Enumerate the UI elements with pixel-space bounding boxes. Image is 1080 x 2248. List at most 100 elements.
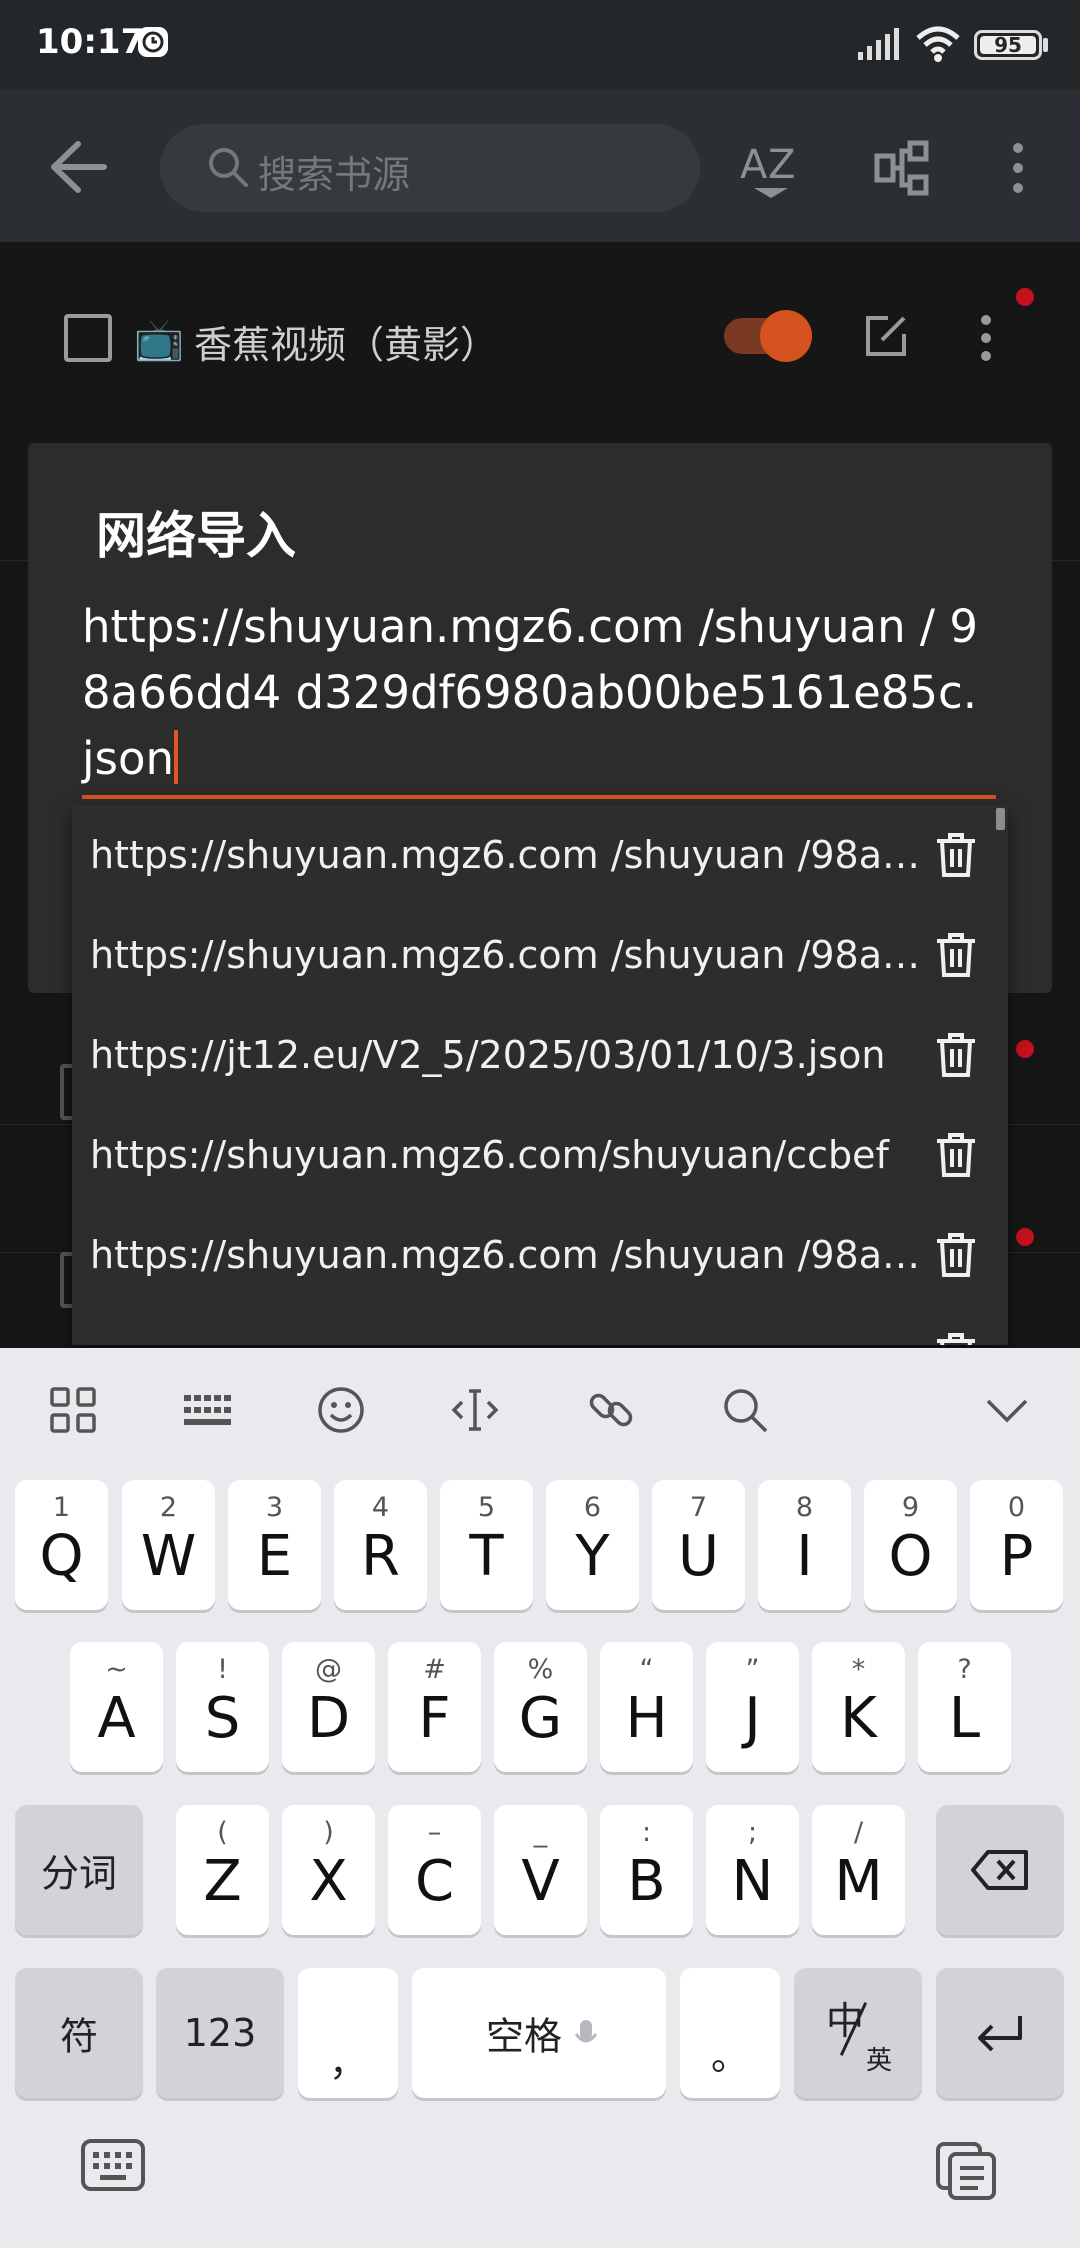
- key-h[interactable]: “H: [600, 1642, 693, 1772]
- dialog-title: 网络导入: [96, 507, 296, 565]
- numbers-key[interactable]: 123: [156, 1968, 284, 2098]
- key-x[interactable]: ) X: [282, 1805, 375, 1935]
- status-time: 10:17: [36, 22, 145, 62]
- key-e[interactable]: 3E: [228, 1480, 321, 1610]
- toggle-thumb[interactable]: [760, 310, 812, 362]
- period-key[interactable]: 。: [680, 1968, 780, 2098]
- link-icon[interactable]: [586, 1385, 636, 1435]
- key-g[interactable]: % G: [494, 1642, 587, 1772]
- symbols-key[interactable]: 符: [15, 1968, 143, 2098]
- edit-icon[interactable]: [862, 312, 910, 360]
- key-m[interactable]: / M: [812, 1805, 905, 1935]
- more-vert-icon[interactable]: [968, 310, 1004, 366]
- key-label: M: [834, 1849, 883, 1914]
- key-sup: 2: [159, 1492, 178, 1523]
- wifi-icon: [916, 26, 960, 62]
- key-d[interactable]: @ D: [282, 1642, 375, 1772]
- url-input[interactable]: https://shuyuan.mgz6.com /shuyuan / 98a6…: [82, 594, 1002, 792]
- history-item[interactable]: https://shuyuan.mgz6.com /shuyuan /98a66…: [72, 805, 1008, 905]
- history-item[interactable]: https://shuyuan.mgz6.com /shuyuan /98a66…: [72, 905, 1008, 1005]
- keyboard-icon[interactable]: [80, 2138, 146, 2192]
- key-sup: :: [641, 1817, 652, 1848]
- key-p[interactable]: 0P: [970, 1480, 1063, 1610]
- history-item[interactable]: https://shuyuan.mgz6.com/shuyuan/ccbef: [72, 1105, 1008, 1205]
- svg-text:A: A: [740, 142, 768, 188]
- key-s[interactable]: ! S: [176, 1642, 269, 1772]
- backspace-key[interactable]: [936, 1805, 1064, 1935]
- emoji-icon[interactable]: [316, 1385, 366, 1435]
- row-checkbox[interactable]: [64, 314, 112, 362]
- key-label-en: 英: [866, 2046, 893, 2076]
- history-item[interactable]: https://shuyuan.mgz6.com /shuyuan /98a66…: [72, 1205, 1008, 1305]
- key-label: H: [625, 1686, 668, 1751]
- key-a[interactable]: ~ A: [70, 1642, 163, 1772]
- key-label: D: [306, 1686, 351, 1751]
- trash-icon[interactable]: [934, 1231, 978, 1279]
- key-q[interactable]: 1Q: [15, 1480, 108, 1610]
- trash-icon[interactable]: [934, 1331, 978, 1345]
- clipboard-icon[interactable]: [934, 2140, 998, 2200]
- search-placeholder: 搜索书源: [258, 153, 411, 197]
- more-vert-icon[interactable]: [1002, 140, 1034, 196]
- key-label: J: [744, 1686, 761, 1751]
- key-o[interactable]: 9O: [864, 1480, 957, 1610]
- key-t[interactable]: 5T: [440, 1480, 533, 1610]
- key-r[interactable]: 4R: [334, 1480, 427, 1610]
- key-f[interactable]: # F: [388, 1642, 481, 1772]
- trash-icon[interactable]: [934, 1031, 978, 1079]
- key-sup: 6: [583, 1492, 602, 1523]
- backspace-icon: [971, 1850, 1028, 1890]
- history-url: https://shuyuan.mgz6.com/shuyuan/ccbef: [90, 1133, 889, 1177]
- key-sup: ;: [747, 1817, 758, 1848]
- key-label: X: [309, 1849, 348, 1914]
- chevron-down-icon[interactable]: [982, 1385, 1032, 1435]
- key-sup: ”: [745, 1654, 760, 1685]
- language-switch-key[interactable]: 中 英: [794, 1968, 922, 2098]
- key-j[interactable]: ” J: [706, 1642, 799, 1772]
- key-k[interactable]: * K: [812, 1642, 905, 1772]
- key-sup: 0: [1007, 1492, 1026, 1523]
- key-y[interactable]: 6Y: [546, 1480, 639, 1610]
- key-label: 123: [183, 2011, 257, 2055]
- key-label: 空格: [485, 2014, 562, 2059]
- key-sup: !: [217, 1654, 228, 1685]
- space-key[interactable]: 空格: [412, 1968, 666, 2098]
- group-icon[interactable]: [874, 140, 930, 196]
- key-v[interactable]: _ V: [494, 1805, 587, 1935]
- tv-icon: 📺: [134, 317, 184, 363]
- key-label: I: [796, 1524, 813, 1589]
- search-icon: [209, 148, 248, 187]
- text-cursor: [174, 730, 178, 784]
- cursor-icon[interactable]: [450, 1385, 500, 1435]
- trash-icon[interactable]: [934, 931, 978, 979]
- key-sup: 1: [52, 1492, 71, 1523]
- menu-grid-icon[interactable]: [48, 1385, 98, 1435]
- key-c[interactable]: – C: [388, 1805, 481, 1935]
- key-l[interactable]: ? L: [918, 1642, 1011, 1772]
- history-item[interactable]: [72, 1305, 1008, 1345]
- key-z[interactable]: (Z: [176, 1805, 269, 1935]
- keyboard-layout-icon[interactable]: [182, 1385, 232, 1435]
- key-i[interactable]: 8I: [758, 1480, 851, 1610]
- key-w[interactable]: 2W: [122, 1480, 215, 1610]
- back-icon[interactable]: [48, 140, 108, 194]
- key-n[interactable]: ; N: [706, 1805, 799, 1935]
- sort-az-icon[interactable]: A Z: [740, 136, 802, 200]
- trash-icon[interactable]: [934, 1131, 978, 1179]
- dropdown-scrollbar[interactable]: [996, 808, 1005, 830]
- key-label: A: [97, 1686, 136, 1751]
- key-label: B: [627, 1849, 666, 1914]
- key-label: G: [518, 1686, 563, 1751]
- key-sup: 4: [371, 1492, 390, 1523]
- history-url: https://jt12.eu/V2_5/2025/03/01/10/3.jso…: [90, 1033, 886, 1077]
- key-u[interactable]: 7U: [652, 1480, 745, 1610]
- history-url: https://shuyuan.mgz6.com /shuyuan /98a66…: [90, 833, 922, 877]
- enter-key[interactable]: [936, 1968, 1064, 2098]
- trash-icon[interactable]: [934, 831, 978, 879]
- mic-icon: [574, 2020, 598, 2043]
- key-b[interactable]: :B: [600, 1805, 693, 1935]
- segment-key[interactable]: 分词: [15, 1805, 143, 1935]
- signal-icon: [858, 28, 899, 60]
- history-item[interactable]: https://jt12.eu/V2_5/2025/03/01/10/3.jso…: [72, 1005, 1008, 1105]
- search-icon[interactable]: [720, 1385, 770, 1435]
